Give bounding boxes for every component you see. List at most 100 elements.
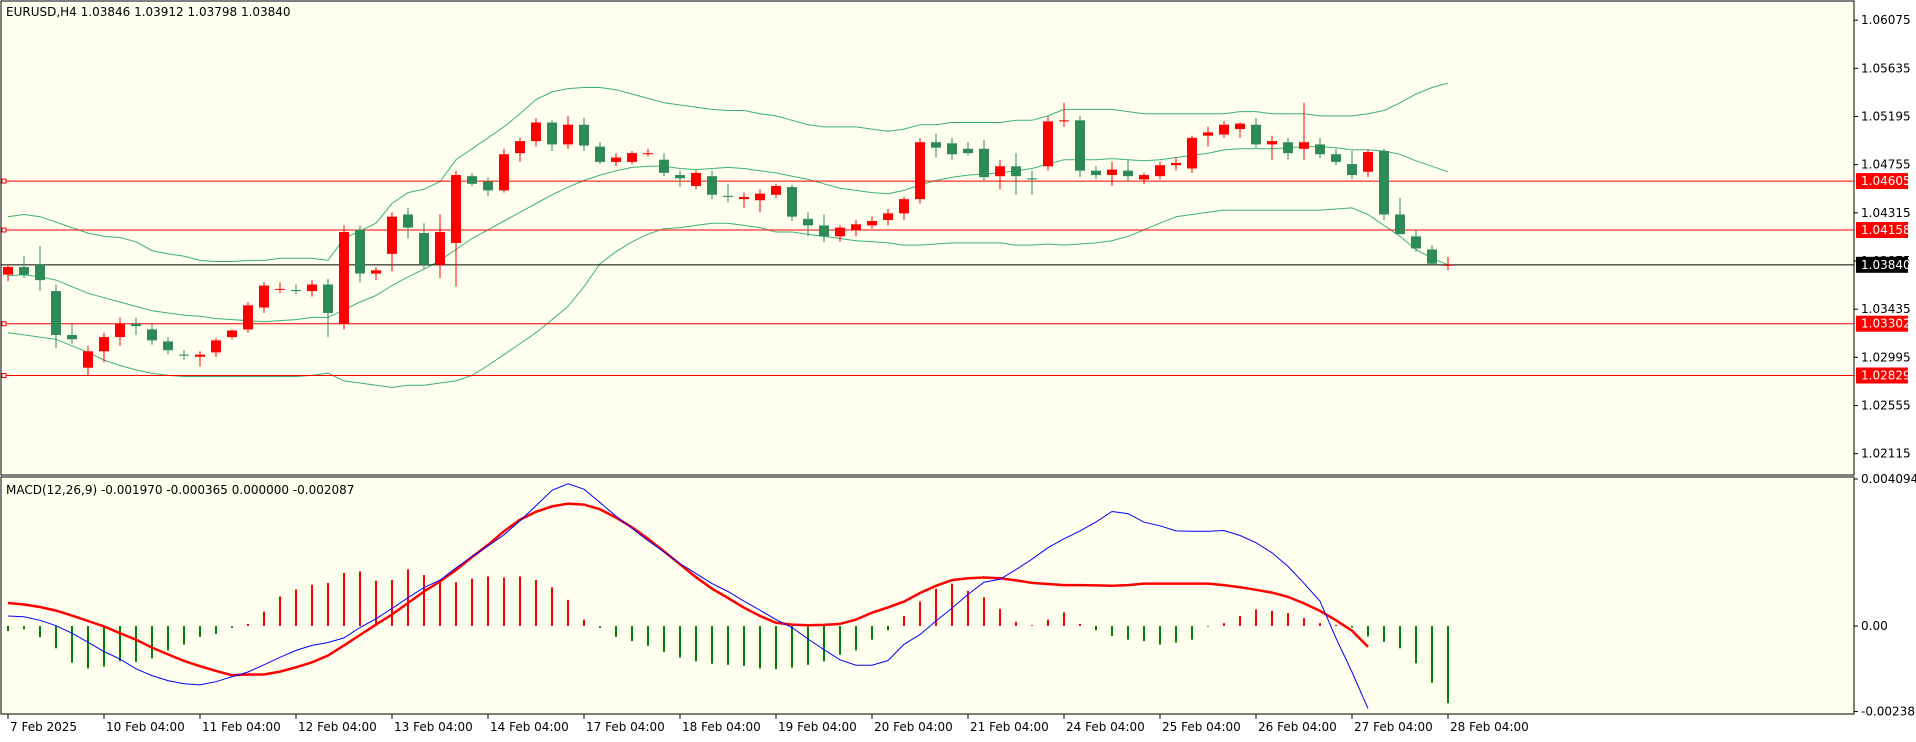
candle-body-down — [1411, 236, 1421, 249]
candle-body-down — [1315, 144, 1325, 155]
candle-body-up — [1267, 141, 1277, 145]
candle-body-up — [1203, 132, 1213, 136]
candle-body-down — [163, 341, 173, 351]
candle-body-up — [435, 231, 445, 265]
horizontal-line-anchor — [1, 372, 7, 378]
macd-panel-frame — [0, 476, 1855, 715]
candle-body-down — [1427, 249, 1437, 264]
macd-axis-label: 0.004094 — [1861, 472, 1916, 486]
candle-body-down — [467, 176, 477, 184]
candle-body-down — [19, 267, 29, 275]
candle-body-down — [1395, 214, 1405, 235]
candle-body-up — [3, 267, 13, 275]
time-axis-label: 24 Feb 04:00 — [1066, 720, 1145, 734]
candle-body-up — [1155, 165, 1165, 177]
candle-body-down — [819, 225, 829, 237]
candle-body-up — [307, 284, 317, 292]
candle-body-down — [35, 264, 45, 281]
candle-body-down — [963, 148, 973, 154]
candle-body-up — [739, 196, 749, 200]
candle-body-up — [1139, 175, 1149, 180]
price-axis-label: 1.03435 — [1861, 302, 1911, 316]
candle-body-up — [611, 157, 621, 162]
candle-body-up — [211, 340, 221, 353]
candle-body-up — [1443, 264, 1453, 266]
candle-body-down — [947, 143, 957, 155]
time-axis-label: 27 Feb 04:00 — [1354, 720, 1433, 734]
candle-body-down — [1347, 164, 1357, 176]
time-axis-label: 20 Feb 04:00 — [874, 720, 953, 734]
candle-body-up — [867, 221, 877, 226]
time-axis-label: 18 Feb 04:00 — [682, 720, 761, 734]
time-axis-label: 21 Feb 04:00 — [970, 720, 1049, 734]
candle-body-down — [595, 146, 605, 162]
candle-body-down — [1283, 142, 1293, 154]
candle-body-up — [339, 231, 349, 324]
candle-body-up — [1059, 120, 1069, 122]
candle-body-down — [179, 354, 189, 356]
candle-body-down — [803, 218, 813, 226]
time-axis-label: 12 Feb 04:00 — [298, 720, 377, 734]
candle-body-up — [755, 193, 765, 201]
candle-body-up — [227, 330, 237, 338]
time-axis-label: 25 Feb 04:00 — [1162, 720, 1241, 734]
chart-root: EURUSD,H4 1.03846 1.03912 1.03798 1.0384… — [0, 0, 1916, 738]
candle-body-up — [1299, 142, 1309, 149]
price-tag-label: 1.04158 — [1861, 223, 1911, 237]
candle-body-up — [195, 354, 205, 357]
macd-axis-label: -0.002382 — [1861, 705, 1916, 719]
candle-body-down — [291, 289, 301, 292]
trading-chart[interactable]: EURUSD,H4 1.03846 1.03912 1.03798 1.0384… — [0, 0, 1916, 738]
candle-body-down — [579, 124, 589, 146]
candle-body-down — [1011, 166, 1021, 177]
candle-body-up — [1219, 124, 1229, 135]
candle-body-down — [675, 175, 685, 179]
candle-body-down — [1123, 170, 1133, 177]
price-tag-label: 1.02829 — [1861, 368, 1911, 382]
candle-body-down — [67, 334, 77, 340]
candle-body-up — [387, 216, 397, 254]
candle-body-up — [563, 124, 573, 145]
candle-body-up — [1235, 123, 1245, 130]
candle-body-up — [883, 213, 893, 220]
candle-body-down — [723, 195, 733, 197]
candle-body-up — [115, 323, 125, 338]
candle-body-up — [915, 142, 925, 200]
candle-body-down — [1075, 120, 1085, 171]
main-panel-info-text: EURUSD,H4 1.03846 1.03912 1.03798 1.0384… — [6, 5, 291, 19]
candle-body-down — [1251, 124, 1261, 145]
time-axis-label: 10 Feb 04:00 — [106, 720, 185, 734]
candle-body-down — [51, 291, 61, 335]
candle-body-down — [355, 229, 365, 274]
time-axis-label: 17 Feb 04:00 — [586, 720, 665, 734]
candle-body-up — [627, 153, 637, 162]
candle-body-up — [851, 224, 861, 230]
candle-body-down — [547, 122, 557, 145]
candle-body-up — [835, 227, 845, 237]
time-axis-label: 28 Feb 04:00 — [1450, 720, 1529, 734]
horizontal-line-anchor — [1, 178, 7, 184]
horizontal-line-anchor — [1, 321, 7, 327]
price-axis-label: 1.06075 — [1861, 13, 1911, 27]
candle-body-down — [787, 187, 797, 217]
macd-info-text: MACD(12,26,9) -0.001970 -0.000365 0.0000… — [6, 483, 354, 497]
candle-body-down — [1027, 178, 1037, 180]
time-axis-label: 14 Feb 04:00 — [490, 720, 569, 734]
candle-body-up — [83, 351, 93, 368]
price-axis-label: 1.02995 — [1861, 350, 1911, 364]
price-axis-label: 1.04315 — [1861, 206, 1911, 220]
time-axis-label: 26 Feb 04:00 — [1258, 720, 1337, 734]
candle-body-up — [1187, 137, 1197, 169]
current-price-tag-label: 1.03840 — [1861, 258, 1911, 272]
candle-body-down — [403, 214, 413, 228]
candle-body-up — [259, 285, 269, 308]
macd-axis-label: 0.00 — [1861, 619, 1888, 633]
candle-body-down — [659, 159, 669, 173]
candle-body-down — [323, 284, 333, 313]
time-axis-label: 13 Feb 04:00 — [394, 720, 473, 734]
horizontal-line-anchor — [1, 227, 7, 233]
candle-body-up — [515, 141, 525, 154]
candle-body-down — [483, 181, 493, 191]
time-axis-label: 11 Feb 04:00 — [202, 720, 281, 734]
price-tag-label: 1.03302 — [1861, 317, 1911, 331]
